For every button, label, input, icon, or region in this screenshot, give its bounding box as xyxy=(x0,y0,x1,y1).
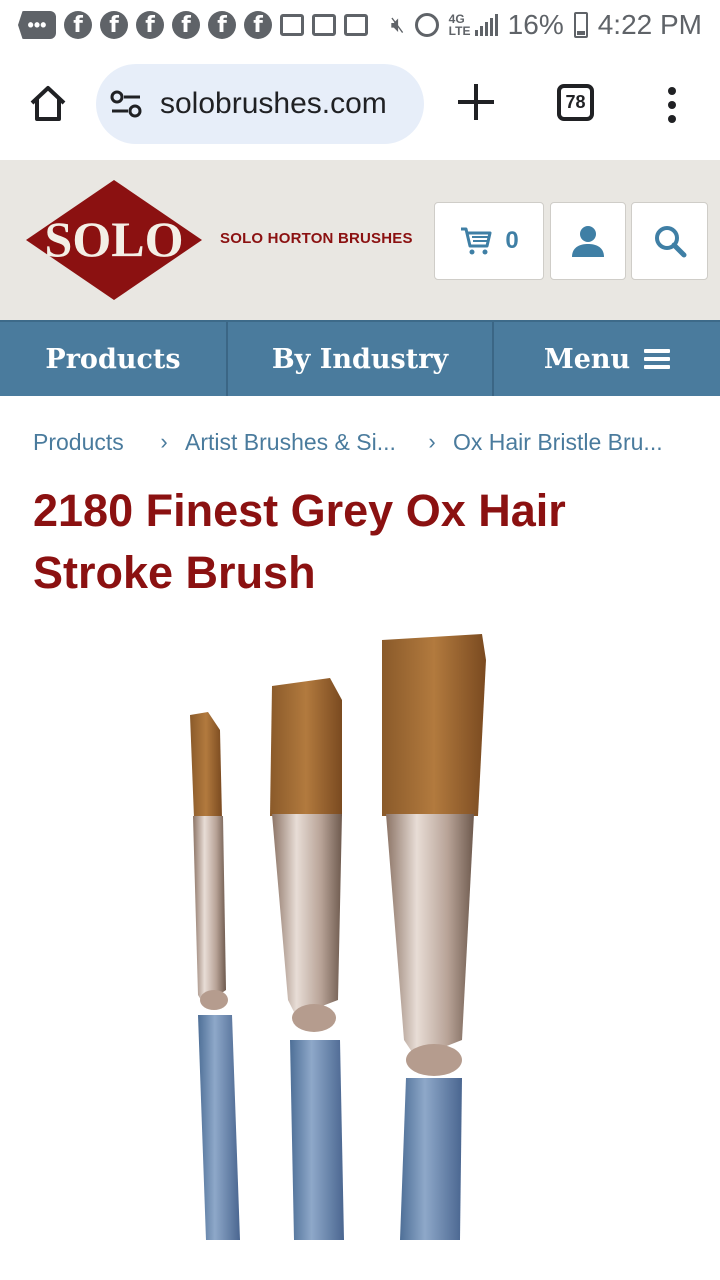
breadcrumb-link[interactable]: Artist Brushes & Si... xyxy=(185,429,411,456)
new-tab-button[interactable] xyxy=(458,84,494,120)
system-indicators: 🔇︎ 4G LTE 16% 4:22 PM xyxy=(391,9,702,41)
network-type: 4G LTE xyxy=(448,12,471,38)
clock: 4:22 PM xyxy=(597,9,702,40)
alarm-icon xyxy=(414,13,439,37)
solo-logo[interactable]: SOLO xyxy=(24,178,204,302)
battery-icon xyxy=(573,12,588,38)
product-image[interactable] xyxy=(0,620,720,1240)
notification-icons: ••• f f f f f f xyxy=(18,11,368,39)
messages-icon: ••• xyxy=(18,11,56,39)
status-bar: ••• f f f f f f 🔇︎ 4G LTE 16% 4:22 PM xyxy=(0,0,720,50)
site-header: SOLO SOLO HORTON BRUSHES 0 xyxy=(0,160,720,320)
image-icon xyxy=(280,14,304,36)
breadcrumb-link[interactable]: Ox Hair Bristle Bru... xyxy=(453,429,683,456)
facebook-icon: f xyxy=(172,11,200,39)
breadcrumb-separator: › xyxy=(160,429,168,454)
facebook-icon: f xyxy=(208,11,236,39)
mute-icon: 🔇︎ xyxy=(390,12,405,38)
facebook-icon: f xyxy=(136,11,164,39)
tabs-button[interactable]: 78 xyxy=(557,84,594,121)
search-icon xyxy=(654,226,686,258)
calendar-icon xyxy=(312,14,336,36)
cart-icon xyxy=(461,227,492,255)
cart-count: 0 xyxy=(505,227,519,254)
signal-icon xyxy=(474,14,498,36)
nav-by-industry[interactable]: By Industry xyxy=(228,322,494,396)
nav-products[interactable]: Products xyxy=(0,322,228,396)
svg-text:SOLO: SOLO xyxy=(45,211,184,267)
brush-large xyxy=(382,634,486,1240)
nav-products-label: Products xyxy=(45,343,181,375)
breadcrumb-separator: › xyxy=(428,429,436,454)
browser-toolbar: solobrushes.com 78 xyxy=(0,60,720,150)
more-vert-icon[interactable] xyxy=(667,87,677,123)
breadcrumb-link[interactable]: Products xyxy=(33,429,143,456)
brush-small xyxy=(190,712,240,1240)
page-title: 2180 Finest Grey Ox Hair Stroke Brush xyxy=(33,485,566,598)
tune-icon[interactable] xyxy=(110,90,142,118)
facebook-icon: f xyxy=(100,11,128,39)
breadcrumb: Products › Artist Brushes & Si... › Ox H… xyxy=(33,426,693,458)
nav-menu-label: Menu xyxy=(543,343,631,375)
home-icon[interactable] xyxy=(28,84,68,124)
address-bar[interactable]: solobrushes.com xyxy=(96,64,424,144)
main-nav: Products By Industry Menu xyxy=(0,320,720,396)
hamburger-icon xyxy=(644,349,671,369)
brand-name: SOLO HORTON BRUSHES xyxy=(220,230,413,247)
search-button[interactable] xyxy=(631,202,708,280)
url-text[interactable]: solobrushes.com xyxy=(160,87,387,121)
cart-button[interactable]: 0 xyxy=(434,202,544,280)
nav-by-industry-label: By Industry xyxy=(271,343,449,375)
facebook-icon: f xyxy=(244,11,272,39)
calendar-icon xyxy=(344,14,368,36)
facebook-icon: f xyxy=(64,11,92,39)
battery-percent: 16% xyxy=(507,9,564,40)
brush-medium xyxy=(270,678,344,1240)
account-button[interactable] xyxy=(550,202,626,280)
account-icon xyxy=(572,226,604,257)
nav-menu[interactable]: Menu xyxy=(494,322,720,396)
